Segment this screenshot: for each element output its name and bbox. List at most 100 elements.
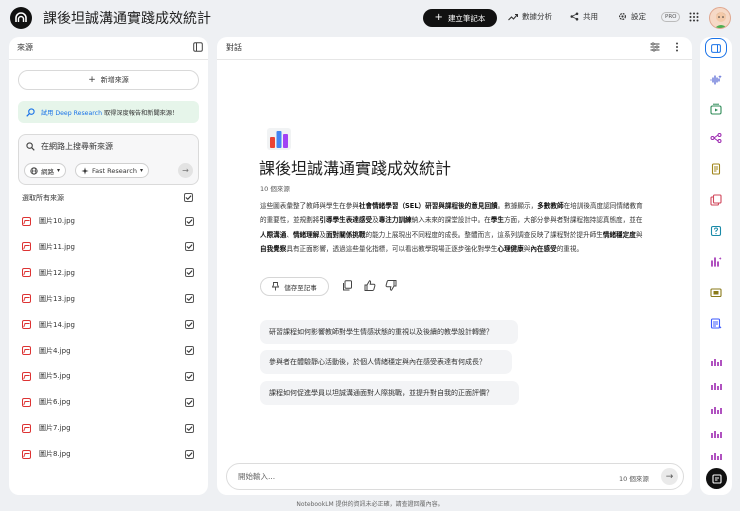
source-name: 圖片11.jpg bbox=[39, 242, 75, 251]
source-checkbox[interactable] bbox=[185, 320, 194, 330]
apps-grid-icon[interactable] bbox=[689, 12, 699, 22]
source-checkbox[interactable] bbox=[185, 216, 194, 226]
source-checkbox[interactable] bbox=[185, 294, 194, 304]
research-chip-label: Fast Research bbox=[92, 166, 137, 175]
reports-icon[interactable] bbox=[705, 158, 727, 180]
summary-highlight: 內在感受 bbox=[530, 244, 557, 253]
suggested-question[interactable]: 參與者在體驗靜心活動後，於個人情緒穩定與內在感受表達有何成長？ bbox=[260, 350, 512, 374]
source-checkbox[interactable] bbox=[185, 346, 194, 355]
source-item[interactable]: 圖片4.jpg bbox=[22, 344, 194, 358]
quiz-icon[interactable] bbox=[705, 220, 727, 242]
source-item[interactable]: 圖片5.jpg bbox=[22, 369, 194, 383]
copy-icon[interactable] bbox=[342, 280, 353, 291]
plus-icon: + bbox=[88, 75, 96, 85]
source-checkbox[interactable] bbox=[185, 423, 194, 433]
source-checkbox[interactable] bbox=[185, 449, 194, 459]
summary-highlight: 心理健康 bbox=[497, 244, 524, 253]
image-file-icon bbox=[22, 449, 31, 459]
collapse-panel-icon[interactable] bbox=[193, 42, 203, 52]
saved-chart-icon[interactable] bbox=[705, 423, 727, 445]
source-item[interactable]: 圖片6.jpg bbox=[22, 395, 194, 409]
analytics-label: 數據分析 bbox=[522, 12, 552, 21]
summary-highlight: 情緒穩定度 bbox=[602, 230, 636, 239]
source-item[interactable]: 圖片7.jpg bbox=[22, 421, 194, 435]
search-input[interactable]: 在網路上搜尋新來源 bbox=[41, 141, 113, 152]
thumbs-up-icon[interactable] bbox=[364, 280, 376, 291]
summary-highlight: 引導學生表達感受 bbox=[319, 216, 373, 225]
summary-text: 納入未來的課堂設計中。在 bbox=[411, 216, 491, 225]
deep-research-text: 取得深度報告和新聞來源！ bbox=[103, 109, 179, 117]
studio-toggle-button[interactable] bbox=[705, 38, 727, 58]
chevron-down-icon: ▾ bbox=[139, 167, 143, 174]
source-item[interactable]: 圖片8.jpg bbox=[22, 447, 194, 461]
select-all-checkbox[interactable] bbox=[184, 193, 193, 202]
saved-chart-icon[interactable] bbox=[705, 375, 727, 397]
avatar[interactable] bbox=[709, 7, 731, 29]
video-overview-icon[interactable] bbox=[705, 98, 727, 120]
mind-map-icon[interactable] bbox=[705, 127, 727, 149]
saved-chart-icon[interactable] bbox=[705, 351, 727, 373]
research-mode-dropdown[interactable]: Fast Research ▾ bbox=[75, 163, 149, 178]
audio-overview-icon[interactable] bbox=[705, 69, 727, 91]
gear-icon bbox=[619, 13, 626, 20]
saved-chart-icon[interactable] bbox=[705, 399, 727, 421]
analytics-button[interactable]: 數據分析 bbox=[508, 11, 552, 22]
source-checkbox[interactable] bbox=[185, 268, 194, 278]
image-file-icon bbox=[22, 371, 31, 381]
save-to-note-button[interactable]: 儲存至記事 bbox=[260, 277, 329, 296]
tune-icon[interactable] bbox=[650, 42, 660, 52]
summary-highlight: 多數教師 bbox=[537, 202, 564, 210]
source-item[interactable]: 圖片11.jpg bbox=[22, 240, 194, 254]
chevron-down-icon: ▾ bbox=[57, 167, 61, 174]
notebook-title[interactable]: 課後坦誠溝通實踐成效統計 bbox=[43, 8, 211, 28]
summary-text: 及 bbox=[319, 230, 326, 239]
source-checkbox[interactable] bbox=[185, 397, 194, 407]
thumbs-down-icon[interactable] bbox=[385, 280, 397, 291]
source-checkbox[interactable] bbox=[185, 371, 194, 381]
image-file-icon bbox=[22, 216, 31, 226]
slides-icon[interactable] bbox=[705, 282, 727, 304]
select-all-label: 選取所有來源 bbox=[22, 194, 64, 202]
summary-text: 及 bbox=[372, 216, 379, 225]
notebook-heading: 課後坦誠溝通實踐成效統計 bbox=[259, 159, 452, 178]
search-icon bbox=[26, 142, 35, 151]
image-file-icon bbox=[22, 423, 31, 433]
divider bbox=[217, 59, 692, 60]
trending-icon bbox=[508, 13, 518, 20]
source-item[interactable]: 圖片14.jpg bbox=[22, 318, 194, 332]
data-table-icon[interactable] bbox=[705, 313, 727, 335]
flashcards-icon[interactable] bbox=[705, 189, 727, 211]
deep-research-banner[interactable]: 試用 Deep Research 取得深度報告和新聞來源！ bbox=[18, 101, 199, 123]
suggested-question[interactable]: 研習課程如何影響教師對學生情感狀態的重視以及後續的教學設計轉變？ bbox=[260, 320, 518, 344]
more-vert-icon[interactable] bbox=[675, 42, 679, 52]
add-note-button[interactable] bbox=[706, 468, 727, 489]
panel-icon bbox=[711, 43, 721, 53]
summary-text: 的重視。 bbox=[556, 244, 584, 253]
source-name: 圖片5.jpg bbox=[39, 372, 71, 381]
saved-chart-icon[interactable] bbox=[705, 445, 727, 467]
chat-input[interactable]: 開始輸入... bbox=[238, 471, 275, 482]
settings-button[interactable]: 設定 bbox=[618, 11, 646, 22]
deep-research-link[interactable]: 試用 Deep Research bbox=[41, 110, 102, 117]
chat-input-bar[interactable] bbox=[226, 463, 684, 490]
chat-panel-title: 對話 bbox=[226, 43, 242, 52]
suggested-question[interactable]: 課程如何促進學員以坦誠溝通面對人際挑戰，並提升對自我的正面評價？ bbox=[260, 381, 519, 405]
web-chip-label: 網路 bbox=[41, 167, 54, 176]
create-notebook-button[interactable]: + 建立筆記本 bbox=[423, 9, 497, 27]
submit-search-button[interactable]: → bbox=[178, 163, 193, 178]
source-checkbox[interactable] bbox=[185, 242, 194, 252]
add-source-label: 新增來源 bbox=[100, 76, 129, 84]
web-source-dropdown[interactable]: 網路 ▾ bbox=[24, 163, 67, 178]
image-file-icon bbox=[22, 346, 31, 355]
source-item[interactable]: 圖片12.jpg bbox=[22, 266, 194, 280]
source-item[interactable]: 圖片13.jpg bbox=[22, 292, 194, 306]
share-button[interactable]: 共用 bbox=[570, 11, 598, 22]
source-name: 圖片10.jpg bbox=[39, 217, 75, 225]
disclaimer-footer: NotebookLM 提供的資訊未必正確，請查證回覆內容。 bbox=[296, 501, 444, 508]
notebooklm-logo-icon[interactable] bbox=[10, 7, 32, 29]
add-source-button[interactable]: + 新增來源 bbox=[18, 70, 199, 90]
source-item[interactable]: 圖片10.jpg bbox=[22, 214, 194, 228]
send-button[interactable]: → bbox=[661, 468, 678, 485]
arrow-right-icon: → bbox=[665, 471, 674, 482]
infographic-icon[interactable] bbox=[705, 251, 727, 273]
